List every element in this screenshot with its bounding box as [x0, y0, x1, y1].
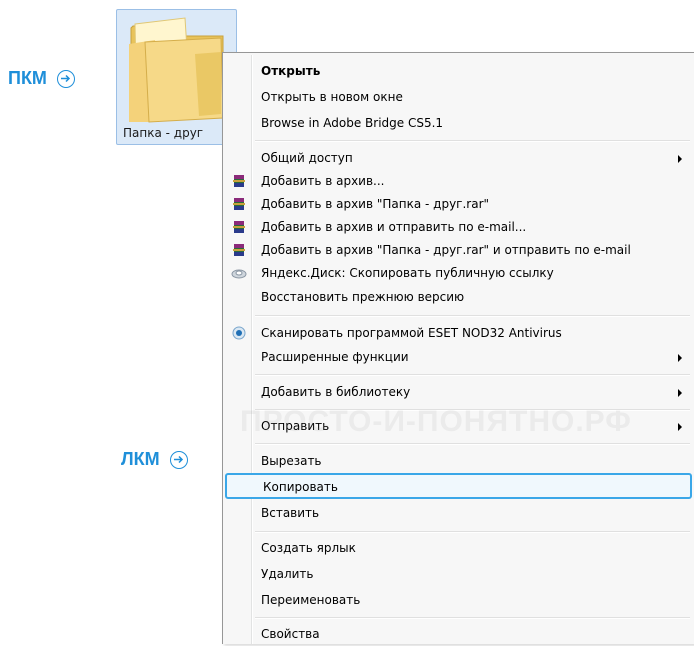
menu-separator [255, 374, 690, 376]
menu-separator [255, 531, 690, 533]
right-click-annotation: ПКМ [8, 68, 75, 89]
menu-item-advanced-functions[interactable]: Расширенные функции [225, 345, 690, 369]
menu-item-sharing[interactable]: Общий доступ [225, 146, 690, 170]
folder-icon [129, 17, 224, 123]
menu-item-add-to-library[interactable]: Добавить в библиотеку [225, 380, 690, 404]
menu-item-paste[interactable]: Вставить [225, 501, 690, 525]
menu-item-yandex-disk-link[interactable]: Яндекс.Диск: Скопировать публичную ссылк… [225, 261, 690, 285]
menu-item-cut[interactable]: Вырезать [225, 449, 690, 473]
menu-item-copy[interactable]: Копировать [225, 473, 692, 499]
submenu-arrow-icon [678, 389, 682, 397]
winrar-icon [233, 175, 245, 187]
folder-item[interactable]: Папка - друг [116, 9, 237, 145]
menu-separator [255, 315, 690, 317]
right-click-label: ПКМ [8, 68, 47, 88]
menu-item-adobe-bridge[interactable]: Browse in Adobe Bridge CS5.1 [225, 111, 690, 135]
menu-item-add-to-archive[interactable]: Добавить в архив... [225, 169, 690, 193]
menu-item-properties[interactable]: Свойства [225, 622, 690, 646]
folder-label: Папка - друг [123, 126, 204, 140]
arrow-right-circle-icon [169, 450, 188, 469]
menu-item-delete[interactable]: Удалить [225, 562, 690, 586]
submenu-arrow-icon [678, 354, 682, 362]
winrar-icon [233, 198, 245, 210]
submenu-arrow-icon [678, 423, 682, 431]
menu-item-open[interactable]: Открыть [225, 59, 690, 83]
menu-item-eset-scan[interactable]: Сканировать программой ESET NOD32 Antivi… [225, 321, 690, 345]
menu-separator [255, 443, 690, 445]
submenu-arrow-icon [678, 155, 682, 163]
menu-item-send-to[interactable]: Отправить [225, 414, 690, 438]
yandex-disk-icon [231, 269, 247, 279]
context-menu: Открыть Открыть в новом окне Browse in A… [222, 52, 694, 644]
winrar-icon [233, 221, 245, 233]
winrar-icon [233, 244, 245, 256]
menu-separator [255, 617, 690, 619]
menu-separator [255, 409, 690, 411]
menu-item-restore-previous-version[interactable]: Восстановить прежнюю версию [225, 285, 690, 309]
menu-item-create-shortcut[interactable]: Создать ярлык [225, 536, 690, 560]
menu-item-archive-and-email[interactable]: Добавить в архив и отправить по e-mail..… [225, 215, 690, 239]
menu-item-open-new-window[interactable]: Открыть в новом окне [225, 85, 690, 109]
left-click-label: ЛКМ [121, 449, 160, 469]
left-click-annotation: ЛКМ [121, 449, 188, 470]
eset-icon [232, 326, 246, 340]
menu-item-rename[interactable]: Переименовать [225, 588, 690, 612]
menu-item-archive-named-and-email[interactable]: Добавить в архив "Папка - друг.rar" и от… [225, 238, 690, 262]
arrow-right-circle-icon [56, 69, 75, 88]
menu-separator [255, 140, 690, 142]
menu-item-add-to-archive-named[interactable]: Добавить в архив "Папка - друг.rar" [225, 192, 690, 216]
